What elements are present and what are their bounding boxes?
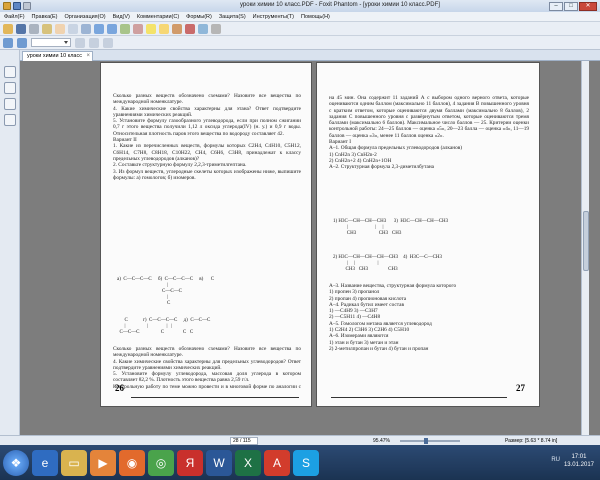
- page-right-number: 27: [516, 383, 525, 393]
- print-icon[interactable]: [29, 23, 39, 34]
- menu-tools[interactable]: Инструменты(T): [253, 14, 294, 20]
- excel-icon[interactable]: X: [235, 449, 261, 476]
- page-left-skeletons-2: C г) C—C—C—C д) C—C—C | | | | C—C—C C C …: [119, 318, 211, 335]
- email-icon[interactable]: [42, 23, 52, 34]
- bookmarks-icon[interactable]: [3, 66, 16, 78]
- main-toolbar: [0, 22, 600, 36]
- left-navigation-pane: [0, 50, 20, 435]
- prev-page-icon[interactable]: [17, 37, 27, 48]
- menu-help[interactable]: Помощь(H): [301, 14, 330, 20]
- zoom-slider-knob[interactable]: [424, 438, 428, 444]
- start-button[interactable]: ❖: [3, 449, 29, 476]
- zoom-slider[interactable]: [400, 438, 460, 444]
- zoom-out-icon[interactable]: [107, 23, 117, 34]
- print-icon[interactable]: [23, 2, 31, 10]
- hand-tool-icon[interactable]: [55, 23, 65, 34]
- maximize-button[interactable]: □: [564, 1, 578, 11]
- firefox-icon[interactable]: ◉: [119, 449, 145, 476]
- close-tab-icon[interactable]: ×: [86, 52, 90, 61]
- window-controls: – □ ✕: [549, 1, 597, 11]
- page-left-text-2: Сколько разных веществ обозначено схемам…: [113, 346, 301, 390]
- attachments-icon[interactable]: [3, 114, 16, 126]
- pencil-icon[interactable]: [172, 23, 182, 34]
- close-button[interactable]: ✕: [579, 1, 597, 11]
- clock-time: 17:01: [571, 454, 587, 460]
- skype-icon[interactable]: S: [293, 449, 319, 476]
- ie-icon[interactable]: e: [32, 449, 58, 476]
- minimize-button[interactable]: –: [549, 1, 563, 11]
- status-bar: 28 / 115 95.47% Размер: [5.63 * 8.74 in]: [0, 435, 600, 445]
- menu-comments[interactable]: Комментарии(C): [137, 14, 179, 20]
- media-player-icon[interactable]: ▶: [90, 449, 116, 476]
- zoom-in-icon[interactable]: [94, 23, 104, 34]
- chrome-icon[interactable]: ◎: [148, 449, 174, 476]
- page-number-input[interactable]: 28 / 115: [230, 437, 258, 445]
- menu-organize[interactable]: Организация(O): [64, 14, 105, 20]
- two-page-icon[interactable]: [103, 37, 113, 48]
- save-icon[interactable]: [16, 23, 26, 34]
- page-left-number: 26: [115, 383, 124, 393]
- foxit-icon[interactable]: A: [264, 449, 290, 476]
- note-icon[interactable]: [159, 23, 169, 34]
- page-left: Сколько разных веществ обозначено схемам…: [100, 62, 312, 407]
- menu-forms[interactable]: Формы(R): [186, 14, 212, 20]
- fit-page-icon[interactable]: [75, 37, 85, 48]
- first-page-icon[interactable]: [3, 37, 13, 48]
- document-viewport[interactable]: Сколько разных веществ обозначено схемам…: [20, 61, 600, 435]
- fit-width-icon[interactable]: [89, 37, 99, 48]
- attach-icon[interactable]: [211, 23, 221, 34]
- save-icon[interactable]: [13, 2, 21, 10]
- scrollbar-thumb[interactable]: [583, 211, 589, 271]
- yandex-icon[interactable]: Я: [177, 449, 203, 476]
- highlight-icon[interactable]: [146, 23, 156, 34]
- layers-icon[interactable]: [3, 98, 16, 110]
- tab-label: уроки химии 10 класс: [27, 53, 82, 59]
- page-right-text-2: А–3. Название вещества, структурная форм…: [329, 283, 457, 352]
- windows-taskbar: ❖ e ▭ ▶ ◉ ◎ Я W X A S RU 17:01 13.01.201…: [0, 445, 600, 480]
- window-title: уроки химии 10 класс.PDF - Foxit Phantom…: [240, 2, 440, 8]
- page-size: Размер: [5.63 * 8.74 in]: [505, 438, 558, 444]
- link-icon[interactable]: [198, 23, 208, 34]
- select-text-icon[interactable]: [68, 23, 78, 34]
- quick-access-toolbar: [3, 2, 31, 10]
- menu-bar: Файл(F) Правка(E) Организация(O) Вид(V) …: [0, 12, 600, 22]
- page-right-footer-rule: [331, 397, 507, 398]
- page-right: на 45 мин. Она содержит 11 заданий А с в…: [316, 62, 540, 407]
- app-icon[interactable]: [3, 2, 11, 10]
- vertical-scrollbar[interactable]: [581, 61, 589, 435]
- window-titlebar: уроки химии 10 класс.PDF - Foxit Phantom…: [0, 0, 600, 12]
- page-left-footer-rule: [131, 397, 299, 398]
- menu-edit[interactable]: Правка(E): [32, 14, 58, 20]
- page-right-text: на 45 мин. Она содержит 11 заданий А с в…: [329, 95, 529, 171]
- tab-document[interactable]: уроки химии 10 класс ×: [22, 51, 93, 61]
- navigation-toolbar: [0, 36, 600, 50]
- page-left-skeletons-1: а) C—C—C—C б) C—C—C—C в) C | C—C—C | C: [117, 277, 215, 306]
- document-tabstrip: уроки химии 10 класс ×: [20, 50, 600, 61]
- page-right-formulas-1: 1) H3C—CH—CH—CH3 3) H3C—CH—CH—CH3 | | | …: [333, 219, 449, 236]
- rotate-icon[interactable]: [120, 23, 130, 34]
- page-left-text: Сколько разных веществ обозначено схемам…: [113, 93, 301, 181]
- zoom-level[interactable]: 95.47%: [373, 438, 390, 444]
- stamp-icon[interactable]: [185, 23, 195, 34]
- explorer-icon[interactable]: ▭: [61, 449, 87, 476]
- open-icon[interactable]: [3, 23, 13, 34]
- menu-file[interactable]: Файл(F): [4, 14, 25, 20]
- page-right-formulas-2: 2) H3C—CH—CH—CH—CH3 4) H3C—C—CH3 | | | C…: [333, 255, 443, 272]
- pages-icon[interactable]: [3, 82, 16, 94]
- keyboard-language[interactable]: RU: [551, 457, 560, 463]
- menu-protect[interactable]: Защита(S): [219, 14, 246, 20]
- taskbar-clock[interactable]: 17:01 13.01.2017: [564, 453, 594, 469]
- clock-date: 13.01.2017: [563, 462, 594, 468]
- typewriter-icon[interactable]: [133, 23, 143, 34]
- snapshot-icon[interactable]: [81, 23, 91, 34]
- menu-view[interactable]: Вид(V): [113, 14, 130, 20]
- word-icon[interactable]: W: [206, 449, 232, 476]
- zoom-dropdown[interactable]: [31, 38, 71, 47]
